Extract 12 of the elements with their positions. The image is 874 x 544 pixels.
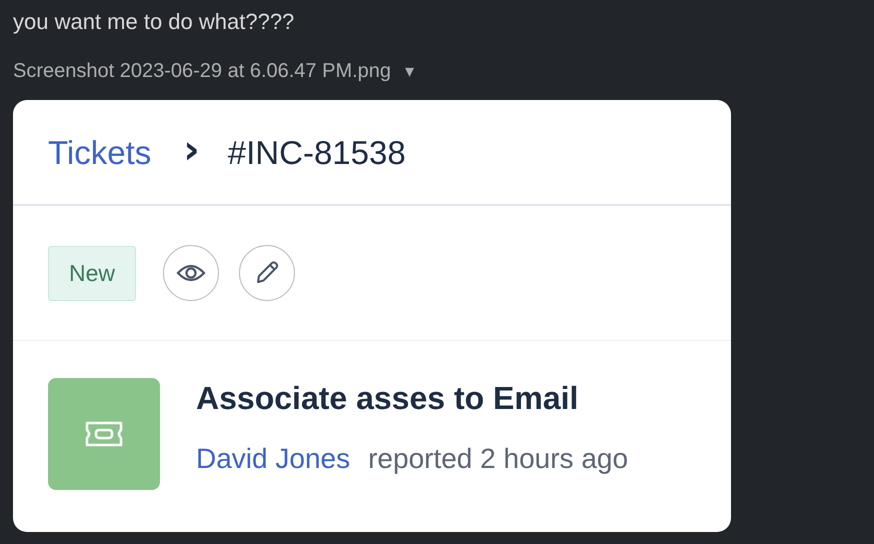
caret-icon[interactable]: ▾ <box>405 60 414 82</box>
chevron-icon: › <box>183 127 200 173</box>
ticket-icon <box>48 378 160 490</box>
reported-time: reported 2 hours ago <box>368 443 628 475</box>
message-text: you want me to do what???? <box>13 8 296 36</box>
reporter-link[interactable]: David Jones <box>196 443 350 475</box>
breadcrumb-link[interactable]: Tickets <box>48 134 152 172</box>
status-badge: New <box>48 246 136 300</box>
attachment-preview[interactable]: Tickets › #INC-81538 New Associate asses to Email David Jones reported 2 hours ago <box>13 100 731 532</box>
ticket-title: Associate asses to Email <box>196 380 580 417</box>
ticket-id: #INC-81538 <box>228 134 406 172</box>
attachment-filename[interactable]: Screenshot 2023-06-29 at 6.06.47 PM.png <box>13 60 392 82</box>
